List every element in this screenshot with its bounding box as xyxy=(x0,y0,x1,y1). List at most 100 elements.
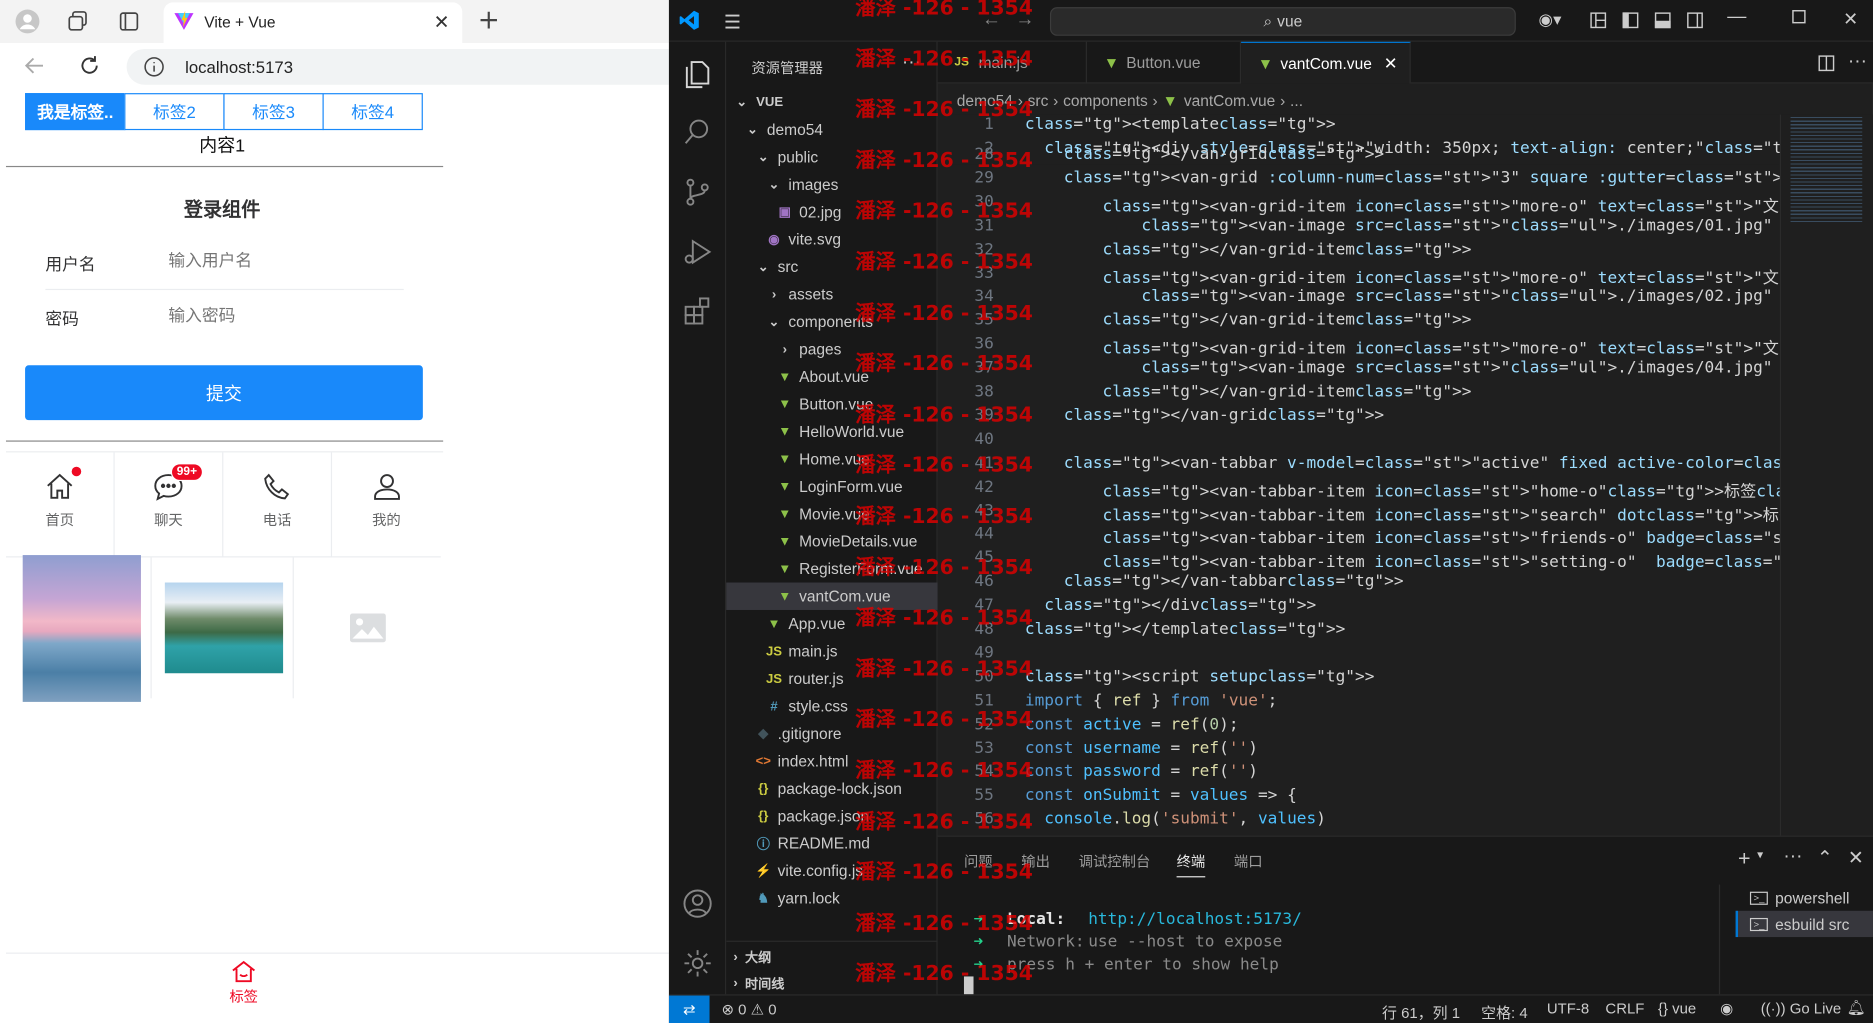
tree-item[interactable]: ⌄ demo54 xyxy=(726,116,937,143)
command-center[interactable]: ⌕ vue xyxy=(1049,7,1516,36)
browser-tab-active[interactable]: Vite + Vue ✕ xyxy=(163,2,463,43)
maximize-icon[interactable] xyxy=(1792,10,1806,24)
problems-status[interactable]: ⊗ 0 ⚠ 0 xyxy=(721,1000,776,1019)
chevron-down-icon[interactable]: ▾ xyxy=(1757,849,1763,862)
grid-item-home[interactable]: 首页 xyxy=(5,452,115,558)
tree-item[interactable]: ♞ yarn.lock xyxy=(726,885,937,912)
tree-item[interactable]: ⓘ README.md xyxy=(726,830,937,857)
workspaces-icon[interactable] xyxy=(65,8,91,34)
breadcrumb-item[interactable]: ... xyxy=(1290,91,1303,109)
tree-item[interactable]: ▼ MovieDetails.vue xyxy=(726,528,937,555)
tree-item[interactable]: # style.css xyxy=(726,692,937,719)
tree-item[interactable]: <> index.html xyxy=(726,747,937,774)
close-panel-icon[interactable]: ✕ xyxy=(1848,846,1864,870)
source-control-icon[interactable] xyxy=(681,175,714,208)
tree-item[interactable]: ▼ RegisterForm.vue xyxy=(726,555,937,582)
more-actions-icon[interactable]: ··· xyxy=(1783,846,1802,867)
site-info-icon[interactable] xyxy=(143,56,165,77)
nav-back-icon[interactable]: ← xyxy=(982,10,1001,31)
layout-customize-icon[interactable] xyxy=(1589,11,1608,30)
content-tab-3[interactable]: 标签3 xyxy=(223,93,324,131)
tree-item[interactable]: ▼ vantCom.vue xyxy=(726,582,938,610)
editor-tab-button-vue[interactable]: ▼ Button.vue xyxy=(1087,41,1242,84)
editor-tab-vantcom-vue[interactable]: ▼ vantCom.vue ✕ xyxy=(1241,41,1411,84)
more-actions-icon[interactable]: ··· xyxy=(1848,51,1867,72)
tree-item[interactable]: ◉ vite.svg xyxy=(726,226,937,253)
content-tab-2[interactable]: 标签2 xyxy=(124,93,225,131)
breadcrumb-item[interactable]: vantCom.vue xyxy=(1184,91,1275,109)
tree-item[interactable]: ▣ 02.jpg xyxy=(726,198,937,225)
cursor-position[interactable]: 行 61，列 1 xyxy=(1382,1000,1460,1023)
accounts-icon[interactable] xyxy=(681,887,714,920)
breadcrumb-item[interactable]: demo54 xyxy=(957,91,1013,109)
breadcrumb-item[interactable]: components xyxy=(1063,91,1148,109)
tree-item[interactable]: {} package.json xyxy=(726,802,937,829)
more-actions-icon[interactable]: ··· xyxy=(902,53,921,74)
tree-item[interactable]: ⌄ components xyxy=(726,308,937,335)
tree-item[interactable]: ▼ HelloWorld.vue xyxy=(726,418,937,445)
copilot-status-icon[interactable]: ◉ xyxy=(1720,999,1733,1017)
profile-icon[interactable] xyxy=(14,8,40,34)
explorer-icon[interactable] xyxy=(681,57,714,90)
copilot-icon[interactable]: ◉▾ xyxy=(1539,10,1562,30)
submit-button[interactable]: 提交 xyxy=(25,365,423,421)
panel-tab-problems[interactable]: 问题 xyxy=(964,851,993,871)
reload-icon[interactable] xyxy=(78,54,102,78)
grid-item-user[interactable]: 我的 xyxy=(332,452,441,558)
address-bar[interactable]: localhost:5173 xyxy=(126,48,669,85)
tree-item[interactable]: ⌄ public xyxy=(726,143,937,170)
breadcrumb-item[interactable]: src xyxy=(1028,91,1049,109)
terminal-local-url[interactable]: http://localhost:5173/ xyxy=(1088,910,1302,929)
grid-item-chat[interactable]: 99+ 聊天 xyxy=(114,452,224,558)
maximize-panel-icon[interactable]: ⌃ xyxy=(1817,846,1833,870)
code-editor[interactable]: 1 class="tg"><templateclass="tg">> 2 class… xyxy=(937,114,1780,836)
content-tab-1[interactable]: 我是标签.. xyxy=(25,93,126,131)
username-input[interactable] xyxy=(168,250,408,270)
tree-item[interactable]: ⚡ vite.config.js xyxy=(726,857,937,884)
outline-section[interactable]: › 大纲 xyxy=(726,943,937,970)
tree-item[interactable]: ▼ Home.vue xyxy=(726,445,937,472)
panel-tab-terminal[interactable]: 终端 xyxy=(1176,851,1206,878)
close-tab-icon[interactable]: ✕ xyxy=(1384,53,1398,73)
minimap[interactable] xyxy=(1779,114,1873,836)
extensions-icon[interactable] xyxy=(681,295,714,328)
tree-item[interactable]: ◆ .gitignore xyxy=(726,720,937,747)
timeline-section[interactable]: › 时间线 xyxy=(726,969,937,996)
encoding-status[interactable]: UTF-8 xyxy=(1547,1000,1589,1017)
panel-tab-output[interactable]: 输出 xyxy=(1021,851,1050,871)
tree-item[interactable]: ⌄ images xyxy=(726,171,937,198)
tree-item[interactable]: JS router.js xyxy=(726,665,937,692)
toggle-secondary-sidebar-icon[interactable] xyxy=(1685,11,1704,30)
split-editor-icon[interactable] xyxy=(1817,54,1836,73)
remote-icon[interactable]: ⇄ xyxy=(668,995,710,1023)
tree-item[interactable]: ⌄ VUE xyxy=(726,88,937,115)
new-terminal-icon[interactable]: + xyxy=(1738,846,1751,871)
content-tab-4[interactable]: 标签4 xyxy=(322,93,423,131)
tree-item[interactable]: {} package-lock.json xyxy=(726,775,937,802)
tab-actions-icon[interactable] xyxy=(116,8,142,34)
search-icon[interactable] xyxy=(681,116,714,149)
tree-item[interactable]: ▼ App.vue xyxy=(726,610,937,637)
password-input[interactable] xyxy=(168,305,408,325)
tree-item[interactable]: ▼ Button.vue xyxy=(726,390,937,417)
golive-status[interactable]: ((·)) Go Live xyxy=(1761,1000,1842,1017)
toggle-sidebar-icon[interactable] xyxy=(1621,11,1640,30)
editor-tab-main-js[interactable]: JS main.js xyxy=(938,41,1087,84)
language-status[interactable]: {} vue xyxy=(1658,1000,1696,1017)
tree-item[interactable]: ▼ About.vue xyxy=(726,363,937,390)
panel-tab-ports[interactable]: 端口 xyxy=(1234,851,1263,871)
tree-item[interactable]: ▼ LoginForm.vue xyxy=(726,473,937,500)
new-tab-icon[interactable]: + xyxy=(478,6,500,36)
nav-forward-icon[interactable]: → xyxy=(1015,10,1034,31)
run-debug-icon[interactable] xyxy=(681,235,714,268)
minimize-icon[interactable]: — xyxy=(1727,7,1746,28)
tree-item[interactable]: › assets xyxy=(726,281,937,308)
tree-item[interactable]: ▼ Movie.vue xyxy=(726,500,937,527)
tree-item[interactable]: › pages xyxy=(726,335,937,362)
tree-item[interactable]: ⌄ src xyxy=(726,253,937,280)
settings-gear-icon[interactable] xyxy=(681,947,714,980)
close-window-icon[interactable]: ✕ xyxy=(1843,8,1858,30)
panel-tab-debug-console[interactable]: 调试控制台 xyxy=(1079,851,1151,871)
terminal-list-item[interactable]: >_ powershell xyxy=(1736,885,1873,911)
indentation-status[interactable]: 空格: 4 xyxy=(1481,1000,1527,1023)
